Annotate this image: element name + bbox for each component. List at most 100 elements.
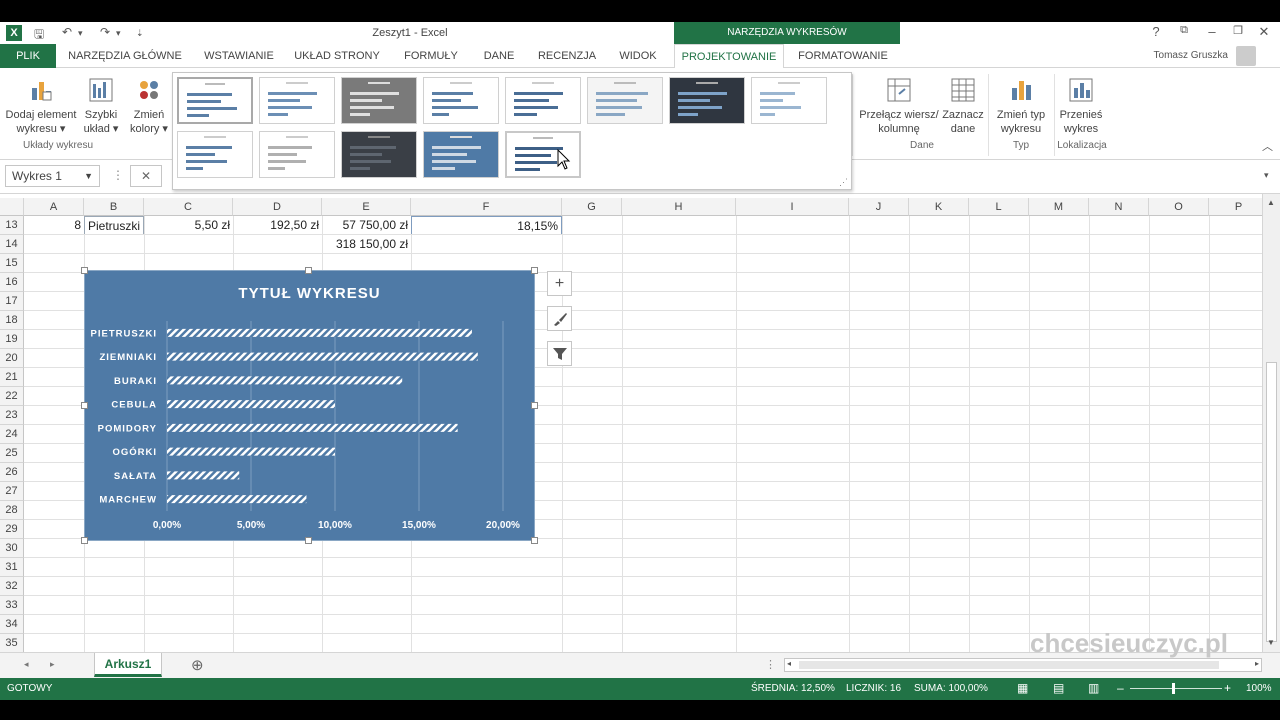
chart-resize-handle[interactable] (81, 537, 88, 544)
tab-format[interactable]: FORMATOWANIE (790, 44, 896, 68)
vertical-scrollbar[interactable]: ▲ ▼ (1262, 194, 1280, 652)
chart-style-7[interactable] (669, 77, 745, 124)
select-data-button[interactable]: Zaznacz dane (940, 76, 986, 136)
status-count[interactable]: LICZNIK: 16 (846, 683, 901, 694)
row-header-15[interactable]: 15 (0, 254, 24, 273)
row-header-31[interactable]: 31 (0, 558, 24, 577)
scroll-up-icon[interactable]: ▲ (1267, 198, 1275, 207)
add-chart-element-button[interactable]: Dodaj element wykresu ▾ (2, 76, 80, 136)
normal-view-icon[interactable]: ▦ (1017, 681, 1028, 695)
row-header-34[interactable]: 34 (0, 615, 24, 634)
ribbon-display-icon[interactable]: ⧉ (1170, 24, 1198, 37)
gallery-resize-icon[interactable]: ⋰ (839, 177, 848, 188)
scroll-left-icon[interactable]: ◂ (787, 659, 791, 668)
scroll-right-icon[interactable]: ▸ (1255, 659, 1259, 668)
chart-resize-handle[interactable] (81, 267, 88, 274)
row-header-29[interactable]: 29 (0, 520, 24, 539)
row-header-18[interactable]: 18 (0, 311, 24, 330)
cell-c13[interactable]: 5,50 zł (144, 216, 233, 235)
row-header-16[interactable]: 16 (0, 273, 24, 292)
cell-e13[interactable]: 57 750,00 zł (322, 216, 411, 235)
page-break-view-icon[interactable]: ▥ (1088, 681, 1099, 695)
row-header-22[interactable]: 22 (0, 387, 24, 406)
zoom-in-icon[interactable]: + (1224, 681, 1231, 695)
tab-review[interactable]: RECENZJA (530, 44, 604, 68)
select-all-corner[interactable] (0, 198, 24, 216)
cell-d13[interactable]: 192,50 zł (233, 216, 322, 235)
switch-row-column-button[interactable]: Przełącz wiersz/ kolumnę (858, 76, 940, 136)
tab-page-layout[interactable]: UKŁAD STRONY (290, 44, 384, 68)
tab-formulas[interactable]: FORMUŁY (394, 44, 468, 68)
cell-b13[interactable]: Pietruszki (84, 216, 144, 235)
chart-styles-button[interactable] (547, 306, 572, 331)
col-header-d[interactable]: D (233, 198, 322, 216)
col-header-e[interactable]: E (322, 198, 411, 216)
scroll-down-icon[interactable]: ▼ (1267, 638, 1275, 647)
user-name[interactable]: Tomasz Gruszka (1154, 50, 1228, 61)
chart-elements-button[interactable]: + (547, 271, 572, 296)
chart-resize-handle[interactable] (305, 537, 312, 544)
bar[interactable] (167, 352, 478, 361)
chart-resize-handle[interactable] (531, 402, 538, 409)
col-header-c[interactable]: C (144, 198, 233, 216)
chart-style-6[interactable] (587, 77, 663, 124)
row-header-24[interactable]: 24 (0, 425, 24, 444)
row-header-27[interactable]: 27 (0, 482, 24, 501)
chart-resize-handle[interactable] (305, 267, 312, 274)
zoom-out-icon[interactable]: – (1117, 681, 1124, 695)
page-layout-view-icon[interactable]: ▤ (1053, 681, 1064, 695)
close-icon[interactable]: ✕ (1250, 24, 1278, 40)
col-header-g[interactable]: G (562, 198, 622, 216)
bar-chart[interactable]: TYTUŁ WYKRESU PIETRUSZKI ZIEMNIAKI BURAKI C… (84, 270, 535, 541)
avatar[interactable] (1236, 46, 1256, 66)
tab-data[interactable]: DANE (476, 44, 522, 68)
row-header-30[interactable]: 30 (0, 539, 24, 558)
cell-f13[interactable]: 18,15% (411, 216, 562, 235)
chart-style-2[interactable] (259, 77, 335, 124)
col-header-m[interactable]: M (1029, 198, 1089, 216)
col-header-n[interactable]: N (1089, 198, 1149, 216)
add-sheet-button[interactable]: ⊕ (191, 656, 204, 674)
chart-style-5[interactable] (505, 77, 581, 124)
col-header-l[interactable]: L (969, 198, 1029, 216)
cell-a13[interactable]: 8 (24, 216, 84, 235)
col-header-b[interactable]: B (84, 198, 144, 216)
help-icon[interactable]: ? (1142, 24, 1170, 39)
tab-file[interactable]: PLIK (0, 44, 56, 68)
vertical-scroll-thumb[interactable] (1266, 362, 1277, 642)
horizontal-scrollbar[interactable]: ◂ ▸ (784, 658, 1262, 672)
row-header-21[interactable]: 21 (0, 368, 24, 387)
col-header-i[interactable]: I (736, 198, 849, 216)
tab-design[interactable]: PROJEKTOWANIE (674, 44, 784, 69)
chart-style-3[interactable] (341, 77, 417, 124)
row-header-14[interactable]: 14 (0, 235, 24, 254)
chart-style-11[interactable] (341, 131, 417, 178)
chart-filters-button[interactable] (547, 341, 572, 366)
row-header-17[interactable]: 17 (0, 292, 24, 311)
row-header-33[interactable]: 33 (0, 596, 24, 615)
bar[interactable] (167, 495, 307, 504)
chart-style-10[interactable] (259, 131, 335, 178)
tab-home[interactable]: NARZĘDZIA GŁÓWNE (62, 44, 188, 68)
bar[interactable] (167, 376, 403, 385)
expand-formula-bar-icon[interactable]: ▾ (1264, 170, 1269, 181)
zoom-slider-thumb[interactable] (1172, 683, 1175, 694)
row-header-25[interactable]: 25 (0, 444, 24, 463)
row-header-35[interactable]: 35 (0, 634, 24, 652)
tab-view[interactable]: WIDOK (612, 44, 664, 68)
row-header-26[interactable]: 26 (0, 463, 24, 482)
chart-style-4[interactable] (423, 77, 499, 124)
status-average[interactable]: ŚREDNIA: 12,50% (751, 683, 835, 694)
zoom-level[interactable]: 100% (1246, 683, 1272, 694)
collapse-ribbon-icon[interactable]: ︿ (1262, 138, 1273, 154)
cancel-formula-button[interactable]: ✕ (130, 165, 162, 187)
tab-insert[interactable]: WSTAWIANIE (194, 44, 284, 68)
bar[interactable] (167, 328, 472, 337)
chart-style-9[interactable] (177, 131, 253, 178)
row-header-23[interactable]: 23 (0, 406, 24, 425)
quick-layout-button[interactable]: Szybki układ ▾ (82, 76, 120, 136)
row-header-20[interactable]: 20 (0, 349, 24, 368)
chart-style-8[interactable] (751, 77, 827, 124)
cell-e14[interactable]: 318 150,00 zł (322, 235, 411, 254)
name-box-dropdown-icon[interactable]: ▼ (84, 166, 93, 186)
